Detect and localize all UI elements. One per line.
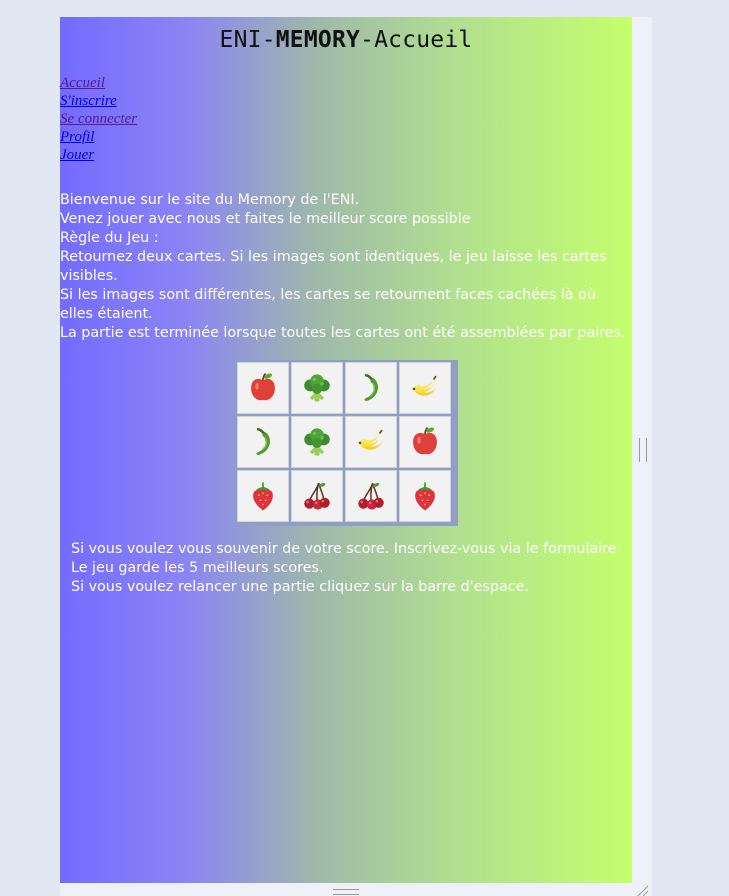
cherries-icon (300, 479, 334, 513)
resize-handle-icon[interactable] (636, 886, 648, 896)
nav-link-connecter[interactable]: Se connecter (60, 110, 137, 128)
outro-line-1: Si vous voulez vous souvenir de votre sc… (71, 541, 622, 557)
outro-line-2: Le jeu garde les 5 meilleurs scores. (71, 560, 324, 576)
chili-pepper-icon (246, 425, 280, 459)
rule-3: La partie est terminée lorsque toutes le… (60, 325, 626, 341)
memory-card[interactable] (399, 416, 451, 468)
cherries-icon (354, 479, 388, 513)
memory-card[interactable] (345, 470, 397, 522)
title-prefix: ENI- (219, 27, 276, 53)
memory-card[interactable] (399, 470, 451, 522)
page-title: ENI-MEMORY-Accueil (60, 27, 632, 53)
memory-card[interactable] (291, 416, 343, 468)
outro-line-3: Si vous voulez relancer une partie cliqu… (71, 579, 529, 595)
page-content: ENI-MEMORY-Accueil Accueil S'inscrire Se… (60, 17, 632, 883)
banana-icon (408, 371, 442, 405)
broccoli-icon (300, 425, 334, 459)
rule-2: Si les images sont différentes, les cart… (60, 287, 596, 322)
apple-icon (408, 425, 442, 459)
strawberry-icon (246, 479, 280, 513)
vertical-scrollbar-grip[interactable] (639, 438, 647, 462)
rule-1: Retournez deux cartes. Si les images son… (60, 249, 607, 284)
memory-board (235, 360, 458, 526)
strawberry-icon (408, 479, 442, 513)
memory-card[interactable] (345, 416, 397, 468)
banana-icon (354, 425, 388, 459)
memory-card[interactable] (291, 470, 343, 522)
nav-link-accueil[interactable]: Accueil (60, 74, 137, 92)
memory-card[interactable] (237, 362, 289, 414)
invite-text: Venez jouer avec nous et faites le meill… (60, 211, 471, 227)
welcome-text: Bienvenue sur le site du Memory de l'ENI… (60, 192, 360, 208)
memory-card[interactable] (237, 470, 289, 522)
memory-card[interactable] (237, 416, 289, 468)
title-suffix: -Accueil (360, 27, 473, 53)
apple-icon (246, 371, 280, 405)
nav-link-inscrire[interactable]: S'inscrire (60, 92, 137, 110)
memory-card[interactable] (291, 362, 343, 414)
horizontal-scrollbar-grip[interactable] (333, 889, 359, 895)
memory-card[interactable] (345, 362, 397, 414)
nav-link-profil[interactable]: Profil (60, 128, 137, 146)
nav-link-jouer[interactable]: Jouer (60, 146, 137, 164)
rules-title: Règle du Jeu : (60, 230, 159, 246)
main-nav: Accueil S'inscrire Se connecter Profil J… (60, 74, 137, 164)
broccoli-icon (300, 371, 334, 405)
memory-card[interactable] (399, 362, 451, 414)
intro-text: Bienvenue sur le site du Memory de l'ENI… (60, 191, 632, 343)
chili-pepper-icon (354, 371, 388, 405)
title-bold: MEMORY (275, 27, 361, 53)
outro-text: Si vous voulez vous souvenir de votre sc… (71, 540, 631, 597)
